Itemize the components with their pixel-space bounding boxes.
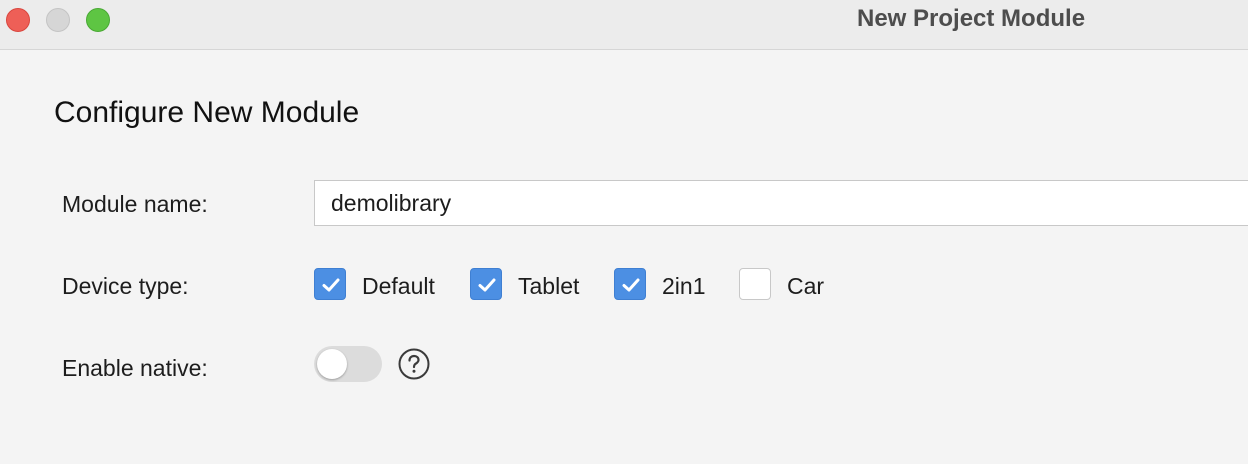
device-default-label[interactable]: Default: [362, 273, 435, 300]
device-tablet-checkbox[interactable]: [470, 268, 502, 300]
title-bar: New Project Module: [0, 0, 1248, 50]
question-circle-icon[interactable]: [398, 348, 430, 380]
enable-native-toggle[interactable]: [314, 346, 382, 382]
device-2in1-label[interactable]: 2in1: [662, 273, 705, 300]
module-name-label: Module name:: [62, 191, 208, 217]
device-car-checkbox[interactable]: [739, 268, 771, 300]
page-heading: Configure New Module: [54, 96, 360, 129]
checkmark-icon: [478, 278, 496, 292]
checkmark-icon: [622, 278, 640, 292]
enable-native-label: Enable native:: [62, 355, 208, 381]
module-name-input[interactable]: [314, 180, 1248, 226]
maximize-window-button[interactable]: [86, 8, 110, 32]
device-car-label[interactable]: Car: [787, 273, 824, 300]
close-window-button[interactable]: [6, 8, 30, 32]
window-title: New Project Module: [857, 5, 1086, 32]
device-type-label: Device type:: [62, 273, 189, 299]
device-tablet-label[interactable]: Tablet: [518, 273, 579, 300]
checkmark-icon: [322, 278, 340, 292]
device-default-checkbox[interactable]: [314, 268, 346, 300]
toggle-knob: [317, 349, 347, 379]
new-project-module-window: New Project Module Configure New Module …: [0, 0, 1248, 464]
minimize-window-button[interactable]: [46, 8, 70, 32]
device-2in1-checkbox[interactable]: [614, 268, 646, 300]
